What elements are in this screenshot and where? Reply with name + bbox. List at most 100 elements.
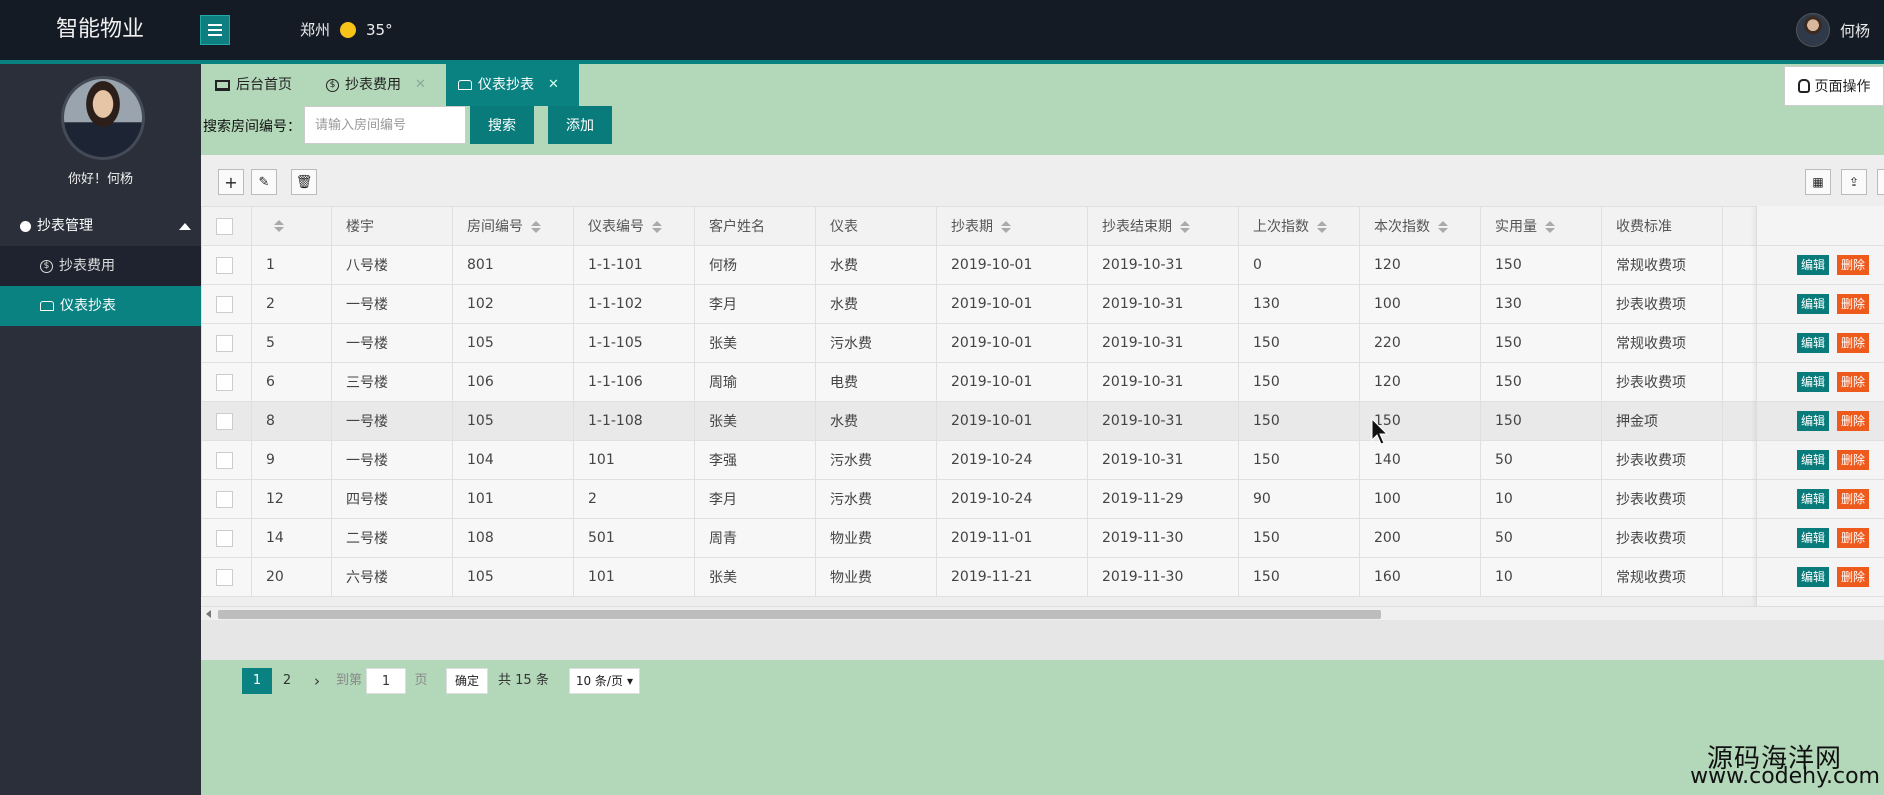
- row-checkbox[interactable]: [216, 295, 233, 313]
- edit-button[interactable]: 编辑: [1797, 255, 1830, 275]
- page-1-button[interactable]: 1: [242, 668, 272, 694]
- delete-button[interactable]: 删除: [1837, 489, 1870, 509]
- header-usage[interactable]: 实用量: [1480, 206, 1602, 246]
- row-checkbox[interactable]: [216, 451, 233, 469]
- edit-button[interactable]: 编辑: [1797, 450, 1830, 470]
- page-size-select[interactable]: 10 条/页 ▾: [568, 668, 641, 694]
- row-checkbox[interactable]: [216, 568, 233, 586]
- goto-page-input[interactable]: [366, 668, 407, 694]
- sort-icon[interactable]: [652, 221, 662, 233]
- edit-button[interactable]: 编辑: [1797, 567, 1830, 587]
- close-icon[interactable]: ✕: [415, 64, 426, 106]
- row-select-cell[interactable]: [201, 557, 252, 597]
- goto-confirm-button[interactable]: 确定: [446, 668, 489, 694]
- delete-row-button[interactable]: 🗑: [291, 169, 317, 195]
- row-select-cell[interactable]: [201, 245, 252, 285]
- row-select-cell[interactable]: [201, 479, 252, 519]
- print-button[interactable]: [1877, 169, 1884, 195]
- page-ops-button[interactable]: 页面操作: [1784, 66, 1884, 106]
- delete-button[interactable]: 删除: [1837, 372, 1870, 392]
- row-checkbox[interactable]: [216, 490, 233, 508]
- row-select-cell[interactable]: [201, 440, 252, 480]
- sidebar-group-meter-management[interactable]: 抄表管理: [0, 206, 201, 246]
- tab-meter-fees[interactable]: $ 抄表费用 ✕: [314, 64, 438, 106]
- edit-button[interactable]: 编辑: [1797, 489, 1830, 509]
- delete-button[interactable]: 删除: [1837, 333, 1870, 353]
- delete-button[interactable]: 删除: [1837, 294, 1870, 314]
- delete-button[interactable]: 删除: [1837, 567, 1870, 587]
- table-row[interactable]: 9 一号楼 104 101 李强 污水费 2019-10-24 2019-10-31 150 14…: [201, 440, 1884, 480]
- table-row[interactable]: 1 八号楼 801 1-1-101 何杨 水费 2019-10-01 2019-10-31 0 1…: [201, 245, 1884, 285]
- add-row-button[interactable]: +: [218, 169, 244, 195]
- horizontal-scrollbar[interactable]: [201, 606, 1884, 620]
- header-meter-no[interactable]: 仪表编号: [573, 206, 695, 246]
- table-cell: 101: [452, 479, 574, 519]
- page-2-button[interactable]: 2: [272, 668, 302, 694]
- delete-button[interactable]: 删除: [1837, 255, 1870, 275]
- sort-icon[interactable]: [1317, 221, 1327, 233]
- edit-button[interactable]: 编辑: [1797, 333, 1830, 353]
- table-row[interactable]: 14 二号楼 108 501 周青 物业费 2019-11-01 2019-11-30 150 2…: [201, 518, 1884, 558]
- row-select-cell[interactable]: [201, 284, 252, 324]
- row-select-cell[interactable]: [201, 401, 252, 441]
- table-row[interactable]: 5 一号楼 105 1-1-105 张美 污水费 2019-10-01 2019-10-31 1…: [201, 323, 1884, 363]
- tab-home[interactable]: 后台首页: [203, 64, 304, 106]
- scrollbar-thumb[interactable]: [218, 610, 1381, 619]
- user-menu[interactable]: 何杨: [1795, 0, 1870, 60]
- sort-icon[interactable]: [1001, 221, 1011, 233]
- columns-toggle-button[interactable]: ▦: [1805, 169, 1831, 195]
- header-period-end[interactable]: 抄表结束期: [1087, 206, 1239, 246]
- table-row[interactable]: 20 六号楼 105 101 张美 物业费 2019-11-21 2019-11-30 150 1…: [201, 557, 1884, 597]
- row-checkbox[interactable]: [216, 334, 233, 352]
- row-select-cell[interactable]: [201, 323, 252, 363]
- row-select-cell[interactable]: [201, 518, 252, 558]
- edit-button[interactable]: 编辑: [1797, 528, 1830, 548]
- sidebar-item-meter-reading[interactable]: 仪表抄表: [0, 286, 201, 326]
- edit-row-button[interactable]: ✎: [251, 169, 277, 195]
- sort-icon[interactable]: [1438, 221, 1448, 233]
- row-actions: 编辑 删除: [1757, 324, 1884, 363]
- watermark-url: www.codehy.com: [1690, 764, 1880, 789]
- row-select-cell[interactable]: [201, 362, 252, 402]
- sort-icon[interactable]: [1545, 221, 1555, 233]
- close-icon[interactable]: ✕: [548, 64, 559, 106]
- row-checkbox[interactable]: [216, 412, 233, 430]
- export-button[interactable]: ⇪: [1841, 169, 1867, 195]
- header-id[interactable]: [251, 206, 332, 246]
- table-row[interactable]: 8 一号楼 105 1-1-108 张美 水费 2019-10-01 2019-10-31 15…: [201, 401, 1884, 441]
- tab-bar: 后台首页 $ 抄表费用 ✕ 仪表抄表 ✕: [201, 64, 1884, 106]
- header-prev-index[interactable]: 上次指数: [1238, 206, 1360, 246]
- header-curr-index[interactable]: 本次指数: [1359, 206, 1481, 246]
- tab-meter-reading[interactable]: 仪表抄表 ✕: [446, 64, 579, 106]
- header-room[interactable]: 房间编号: [452, 206, 574, 246]
- sort-icon[interactable]: [531, 221, 541, 233]
- table-cell: 2019-10-31: [1087, 284, 1239, 324]
- scroll-left-icon[interactable]: [206, 610, 211, 618]
- avatar[interactable]: [1795, 13, 1830, 47]
- row-checkbox[interactable]: [216, 256, 233, 274]
- sort-icon[interactable]: [1180, 221, 1190, 233]
- table-row[interactable]: 6 三号楼 106 1-1-106 周瑜 电费 2019-10-01 2019-10-31 15…: [201, 362, 1884, 402]
- search-button[interactable]: 搜索: [470, 106, 534, 144]
- edit-button[interactable]: 编辑: [1797, 294, 1830, 314]
- username[interactable]: 何杨: [1840, 20, 1870, 41]
- menu-toggle-button[interactable]: [200, 15, 230, 45]
- table-row[interactable]: 12 四号楼 101 2 李月 污水费 2019-10-24 2019-11-29 90 100 1…: [201, 479, 1884, 519]
- select-all-checkbox[interactable]: [216, 217, 233, 235]
- row-checkbox[interactable]: [216, 529, 233, 547]
- add-button[interactable]: 添加: [548, 106, 612, 144]
- header-period[interactable]: 抄表期: [936, 206, 1088, 246]
- chevron-right-icon[interactable]: ›: [302, 668, 332, 694]
- table-row[interactable]: 2 一号楼 102 1-1-102 李月 水费 2019-10-01 2019-10-31 13…: [201, 284, 1884, 324]
- search-input[interactable]: [304, 106, 466, 144]
- sidebar-item-meter-fees[interactable]: $ 抄表费用: [0, 246, 201, 286]
- delete-button[interactable]: 删除: [1837, 411, 1870, 431]
- select-all-cell[interactable]: [201, 206, 252, 246]
- row-checkbox[interactable]: [216, 373, 233, 391]
- sort-icon[interactable]: [274, 220, 284, 232]
- table-cell: 李月: [694, 284, 816, 324]
- delete-button[interactable]: 删除: [1837, 528, 1870, 548]
- edit-button[interactable]: 编辑: [1797, 372, 1830, 392]
- edit-button[interactable]: 编辑: [1797, 411, 1830, 431]
- delete-button[interactable]: 删除: [1837, 450, 1870, 470]
